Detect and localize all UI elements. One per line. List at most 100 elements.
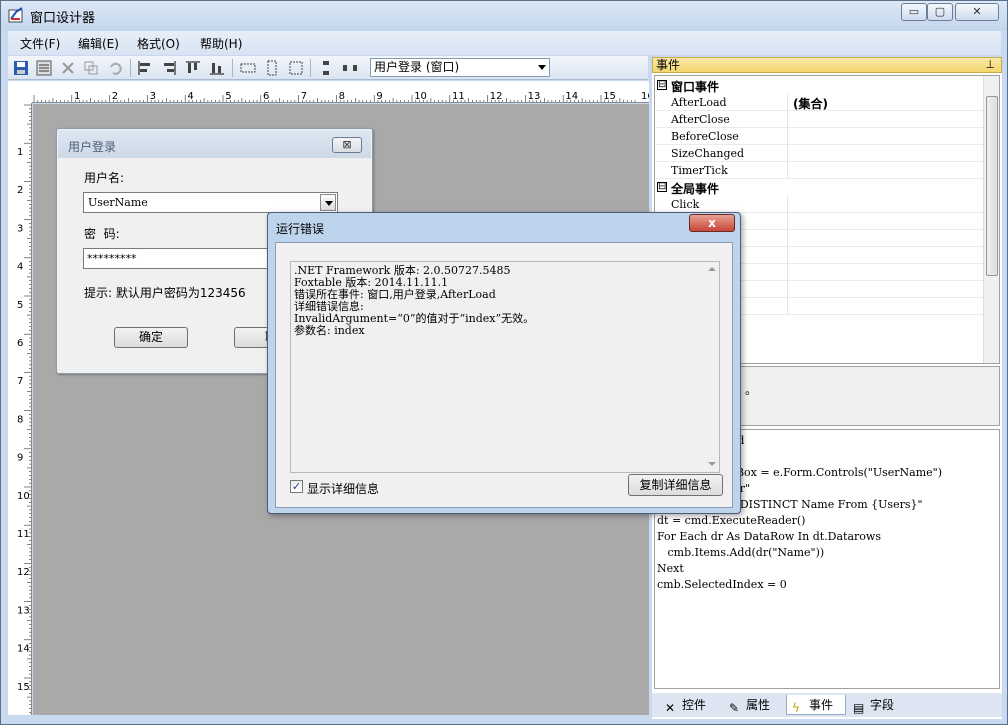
align-top-icon[interactable]	[184, 59, 202, 77]
code-line: For Each dr As DataRow In dt.Datarows	[657, 530, 881, 543]
column-divider	[787, 162, 788, 179]
scroll-up-icon[interactable]	[708, 267, 716, 271]
tab-events[interactable]: ϟ 事件	[786, 695, 846, 715]
ruler-number: 14	[565, 91, 578, 102]
properties-icon[interactable]	[35, 59, 53, 77]
ruler-corner	[8, 81, 32, 103]
event-name: SizeChanged	[671, 147, 745, 160]
maximize-button[interactable]: ▢	[927, 3, 953, 21]
copy-details-button[interactable]: 复制详细信息	[628, 474, 723, 496]
ruler-number: 1	[74, 91, 80, 102]
minimize-button[interactable]: ▭	[901, 3, 927, 21]
align-bottom-icon[interactable]	[208, 59, 226, 77]
title-bar[interactable]: 窗口设计器 ▭ ▢ ✕	[1, 1, 1007, 31]
same-size-icon[interactable]	[287, 59, 305, 77]
collapse-icon[interactable]: ⊟	[657, 182, 667, 192]
same-width-icon[interactable]	[239, 59, 257, 77]
ok-button[interactable]: 确定	[114, 327, 188, 348]
ruler-number: 4	[187, 91, 193, 102]
ruler-number: 2	[112, 91, 118, 102]
tab-label: 字段	[870, 698, 895, 712]
scrollbar-thumb[interactable]	[986, 96, 998, 276]
ruler-number: 2	[17, 185, 23, 196]
error-details-text[interactable]: .NET Framework 版本: 2.0.50727.5485 Foxtabl…	[290, 261, 720, 473]
toolbar-separator	[310, 59, 311, 77]
ruler-number: 8	[17, 414, 23, 425]
tab-fields[interactable]: ▤ 字段	[848, 695, 910, 715]
pin-icon[interactable]: ⊥	[985, 58, 995, 72]
save-icon[interactable]	[12, 59, 30, 77]
error-lines: .NET Framework 版本: 2.0.50727.5485 Foxtabl…	[294, 265, 719, 337]
error-dialog-title: 运行错误	[276, 222, 325, 236]
tab-label: 属性	[746, 698, 771, 712]
copy-icon[interactable]	[82, 59, 100, 77]
ruler-number: 12	[17, 567, 30, 578]
close-button[interactable]: ✕	[955, 3, 999, 21]
panel-header: 事件 ⊥	[652, 57, 1002, 73]
properties-icon: ✎	[729, 701, 740, 715]
column-divider	[787, 230, 788, 247]
undo-icon[interactable]	[106, 59, 124, 77]
event-category[interactable]: ⊟ 窗口事件	[655, 77, 985, 94]
ruler-ticks: 12345678910111213141516	[33, 91, 649, 102]
event-row[interactable]: TimerTick	[655, 162, 985, 179]
login-form-title-bar: 用户登录 ⊠	[58, 130, 371, 158]
login-form-close-button[interactable]: ⊠	[332, 137, 362, 153]
app-icon	[8, 7, 23, 23]
tab-properties[interactable]: ✎ 属性	[724, 695, 784, 715]
password-hint: 提示: 默认用户密码为123456	[84, 286, 246, 300]
menu-format[interactable]: 格式(O)	[137, 35, 180, 52]
same-height-icon[interactable]	[263, 59, 281, 77]
menu-file[interactable]: 文件(F)	[20, 35, 60, 52]
event-row[interactable]: SizeChanged	[655, 145, 985, 162]
align-left-icon[interactable]	[136, 59, 154, 77]
grid-scrollbar[interactable]	[983, 76, 999, 363]
show-detail-checkbox[interactable]: ✓	[290, 480, 303, 493]
error-dialog[interactable]: 运行错误 x .NET Framework 版本: 2.0.50727.5485…	[267, 212, 741, 514]
panel-title: 事件	[656, 58, 681, 72]
ruler-number: 11	[452, 91, 465, 102]
event-value[interactable]: (集合)	[793, 95, 828, 112]
tab-controls[interactable]: ✕ 控件	[660, 695, 722, 715]
window-title: 窗口设计器	[30, 11, 96, 26]
event-row[interactable]: BeforeClose	[655, 128, 985, 145]
chevron-down-icon	[538, 65, 546, 70]
error-close-button[interactable]: x	[689, 214, 735, 232]
event-category[interactable]: ⊟ 全局事件	[655, 179, 985, 196]
ruler-number: 12	[490, 91, 503, 102]
delete-icon[interactable]	[59, 59, 77, 77]
form-selector-value: 用户登录 (窗口)	[374, 60, 460, 74]
vertical-spacing-icon[interactable]	[317, 59, 335, 77]
ruler-number: 6	[263, 91, 269, 102]
form-selector[interactable]: 用户登录 (窗口)	[370, 58, 550, 77]
ruler-number: 5	[17, 300, 23, 311]
code-line: Next	[657, 562, 684, 575]
code-line: dt = cmd.ExecuteReader()	[657, 514, 806, 527]
menu-edit[interactable]: 编辑(E)	[78, 35, 119, 52]
horizontal-spacing-icon[interactable]	[341, 59, 359, 77]
login-form-title: 用户登录	[68, 140, 117, 154]
category-label: 全局事件	[671, 182, 720, 196]
show-detail-label[interactable]: 显示详细信息	[307, 480, 379, 497]
event-row[interactable]: AfterLoad (集合)	[655, 94, 985, 111]
align-right-icon[interactable]	[160, 59, 178, 77]
code-line: cmb.SelectedIndex = 0	[657, 578, 787, 591]
scroll-down-icon[interactable]	[708, 462, 716, 466]
username-combo[interactable]: UserName	[83, 192, 338, 213]
chevron-down-icon[interactable]	[320, 194, 336, 211]
ruler-number: 10	[414, 91, 427, 102]
error-scrollbar[interactable]	[704, 262, 719, 472]
event-row[interactable]: Click	[655, 196, 985, 213]
collapse-icon[interactable]: ⊟	[657, 80, 667, 90]
column-divider	[787, 196, 788, 213]
column-divider	[787, 247, 788, 264]
event-row[interactable]: AfterClose	[655, 111, 985, 128]
description-text: 。	[745, 383, 758, 397]
menu-help[interactable]: 帮助(H)	[200, 35, 242, 52]
ruler-number: 13	[17, 605, 30, 616]
column-divider	[787, 281, 788, 298]
ruler-number: 10	[17, 491, 30, 502]
tools-icon: ✕	[665, 701, 676, 715]
ruler-number: 11	[17, 529, 30, 540]
tab-label: 控件	[682, 698, 707, 712]
